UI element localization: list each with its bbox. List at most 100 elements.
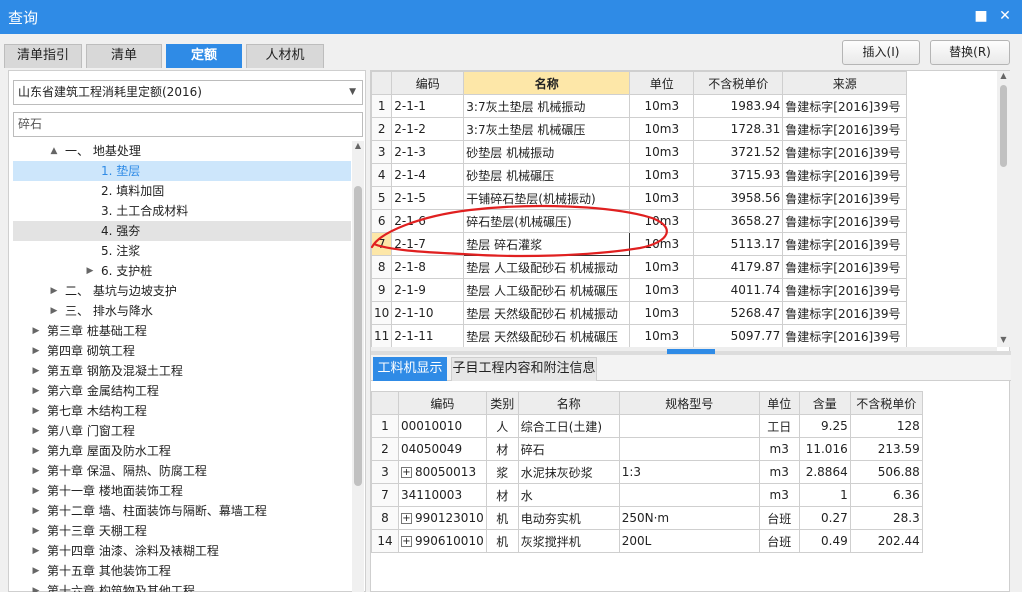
column-header[interactable]: 单位 [758, 391, 800, 415]
table-cell[interactable]: 28.3 [849, 506, 923, 530]
table-cell[interactable]: 10m3 [629, 232, 695, 256]
expand-icon[interactable]: ▶ [31, 381, 41, 401]
expand-icon[interactable]: ▶ [31, 541, 41, 561]
table-row[interactable]: 3 2-1-3 砂垫层 机械振动 10m3 3721.52 鲁建标字[2016]39号 [370, 140, 908, 164]
dropdown-arrow-icon[interactable]: ▼ [349, 81, 356, 104]
table-cell[interactable]: 213.59 [849, 437, 923, 461]
row-number[interactable]: 7 [370, 232, 393, 256]
table-row[interactable]: 1 00010010 人综合工日(土建) 工日 9.25 128 [371, 414, 923, 438]
tree-item[interactable]: ▶ 第六章 金属结构工程 [13, 381, 351, 401]
table-cell[interactable]: 5097.77 [693, 324, 784, 348]
tree-item[interactable]: ▶ 第十章 保温、隔热、防腐工程 [13, 461, 351, 481]
table-cell[interactable]: 128 [849, 414, 923, 438]
table-cell[interactable]: 电动夯实机 [517, 506, 620, 530]
table-cell[interactable]: 6.36 [849, 483, 923, 507]
tree-item[interactable]: ▶ 第十一章 楼地面装饰工程 [13, 481, 351, 501]
quota-library-select[interactable]: 山东省建筑工程消耗里定额(2016) ▼ [13, 80, 363, 105]
table-cell[interactable]: 水泥抹灰砂浆 [517, 460, 620, 484]
table-row[interactable]: 1 2-1-1 3:7灰土垫层 机械振动 10m3 1983.94 鲁建标字[2016]3… [370, 94, 908, 118]
expand-plus-icon[interactable]: + [401, 536, 412, 547]
expand-icon[interactable]: ▶ [49, 281, 59, 301]
table-row[interactable]: 7 34110003 材水 m3 1 6.36 [371, 483, 923, 507]
table-cell[interactable]: 鲁建标字[2016]39号 [782, 163, 908, 187]
expand-icon[interactable]: ▶ [31, 581, 41, 592]
table-cell[interactable]: 鲁建标字[2016]39号 [782, 209, 908, 233]
table-cell[interactable]: +80050013 [398, 460, 487, 484]
row-number[interactable]: 8 [371, 506, 399, 530]
row-number[interactable]: 1 [370, 94, 393, 118]
row-number[interactable]: 6 [370, 209, 393, 233]
table-cell[interactable]: 2-1-5 [391, 186, 465, 210]
search-input[interactable]: 碎石 [13, 112, 363, 137]
table-cell[interactable]: 综合工日(土建) [517, 414, 620, 438]
splitter-grip[interactable] [667, 349, 715, 354]
table-cell[interactable]: m3 [758, 483, 800, 507]
table-cell[interactable]: +990610010 [398, 529, 487, 553]
close-icon[interactable]: ✕ [996, 6, 1014, 26]
row-number[interactable]: 2 [371, 437, 399, 461]
tree-scroll-thumb[interactable] [354, 186, 362, 486]
table-cell[interactable]: 2-1-6 [391, 209, 465, 233]
quota-scroll-thumb[interactable] [1000, 85, 1007, 167]
column-header[interactable]: 单位 [629, 71, 695, 95]
table-cell[interactable]: 4011.74 [693, 278, 784, 302]
table-cell[interactable]: 灰浆搅拌机 [517, 529, 620, 553]
table-cell[interactable]: 5268.47 [693, 301, 784, 325]
tree-item[interactable]: ▶ 第三章 桩基础工程 [13, 321, 351, 341]
row-number[interactable]: 4 [370, 163, 393, 187]
table-cell[interactable]: 10m3 [629, 163, 695, 187]
table-cell[interactable]: 垫层 碎石灌浆 [463, 232, 631, 256]
table-cell[interactable]: 工日 [758, 414, 800, 438]
tree-item[interactable]: 2. 填料加固 [13, 181, 351, 201]
table-cell[interactable]: 1983.94 [693, 94, 784, 118]
expand-icon[interactable]: ▶ [31, 521, 41, 541]
minimize-icon[interactable]: ■ [972, 6, 990, 26]
table-cell[interactable]: 鲁建标字[2016]39号 [782, 324, 908, 348]
expand-icon[interactable]: ▶ [85, 261, 95, 281]
column-header[interactable]: 不含税单价 [693, 71, 784, 95]
table-cell[interactable]: 机 [485, 506, 519, 530]
table-cell[interactable]: 干铺碎石垫层(机械振动) [463, 186, 631, 210]
tree-item[interactable]: ▶ 三、 排水与降水 [13, 301, 351, 321]
row-number[interactable]: 5 [370, 186, 393, 210]
table-cell[interactable]: 垫层 天然级配砂石 机械振动 [463, 301, 631, 325]
column-header[interactable]: 不含税单价 [849, 391, 923, 415]
table-cell[interactable]: 垫层 天然级配砂石 机械碾压 [463, 324, 631, 348]
table-row[interactable]: 5 2-1-5 干铺碎石垫层(机械振动) 10m3 3958.56 鲁建标字[2016]3… [370, 186, 908, 210]
table-cell[interactable]: 5113.17 [693, 232, 784, 256]
column-header[interactable]: 名称 [517, 391, 620, 415]
table-cell[interactable]: 3:7灰土垫层 机械振动 [463, 94, 631, 118]
table-row[interactable]: 2 04050049 材碎石 m3 11.016 213.59 [371, 437, 923, 461]
table-cell[interactable]: 3:7灰土垫层 机械碾压 [463, 117, 631, 141]
tab-quota[interactable]: 定额 [166, 44, 242, 68]
table-row[interactable]: 6 2-1-6 碎石垫层(机械碾压) 10m3 3658.27 鲁建标字[2016]39号 [370, 209, 908, 233]
tree-item[interactable]: 5. 注浆 [13, 241, 351, 261]
row-number[interactable]: 2 [370, 117, 393, 141]
table-row[interactable]: 3 +80050013 浆水泥抹灰砂浆 1:3 m3 2.8864 506.88 [371, 460, 923, 484]
column-header[interactable]: 编码 [398, 391, 487, 415]
table-cell[interactable]: 11.016 [798, 437, 851, 461]
table-cell[interactable]: 04050049 [398, 437, 487, 461]
table-cell[interactable]: 10m3 [629, 94, 695, 118]
column-header[interactable]: 含量 [798, 391, 851, 415]
tree-item[interactable]: ▶ 第十二章 墙、柱面装饰与隔断、幕墙工程 [13, 501, 351, 521]
table-cell[interactable]: 鲁建标字[2016]39号 [782, 186, 908, 210]
table-cell[interactable]: 00010010 [398, 414, 487, 438]
table-cell[interactable]: 材 [485, 483, 519, 507]
row-number[interactable]: 8 [370, 255, 393, 279]
table-cell[interactable]: 506.88 [849, 460, 923, 484]
table-cell[interactable]: 10m3 [629, 186, 695, 210]
table-cell[interactable]: 1:3 [618, 460, 760, 484]
table-cell[interactable]: 砂垫层 机械碾压 [463, 163, 631, 187]
table-cell[interactable]: 0.49 [798, 529, 851, 553]
tree-item[interactable]: ▶ 第八章 门窗工程 [13, 421, 351, 441]
expand-icon[interactable]: ▶ [31, 421, 41, 441]
table-cell[interactable]: 2-1-7 [391, 232, 465, 256]
table-cell[interactable]: 2-1-4 [391, 163, 465, 187]
table-row[interactable]: 10 2-1-10 垫层 天然级配砂石 机械振动 10m3 5268.47 鲁建标字[20… [370, 301, 908, 325]
table-cell[interactable]: 200L [618, 529, 760, 553]
row-number[interactable]: 1 [371, 414, 399, 438]
row-number[interactable]: 3 [371, 460, 399, 484]
tree-item[interactable]: ▶ 第十三章 天棚工程 [13, 521, 351, 541]
table-cell[interactable]: 2-1-8 [391, 255, 465, 279]
